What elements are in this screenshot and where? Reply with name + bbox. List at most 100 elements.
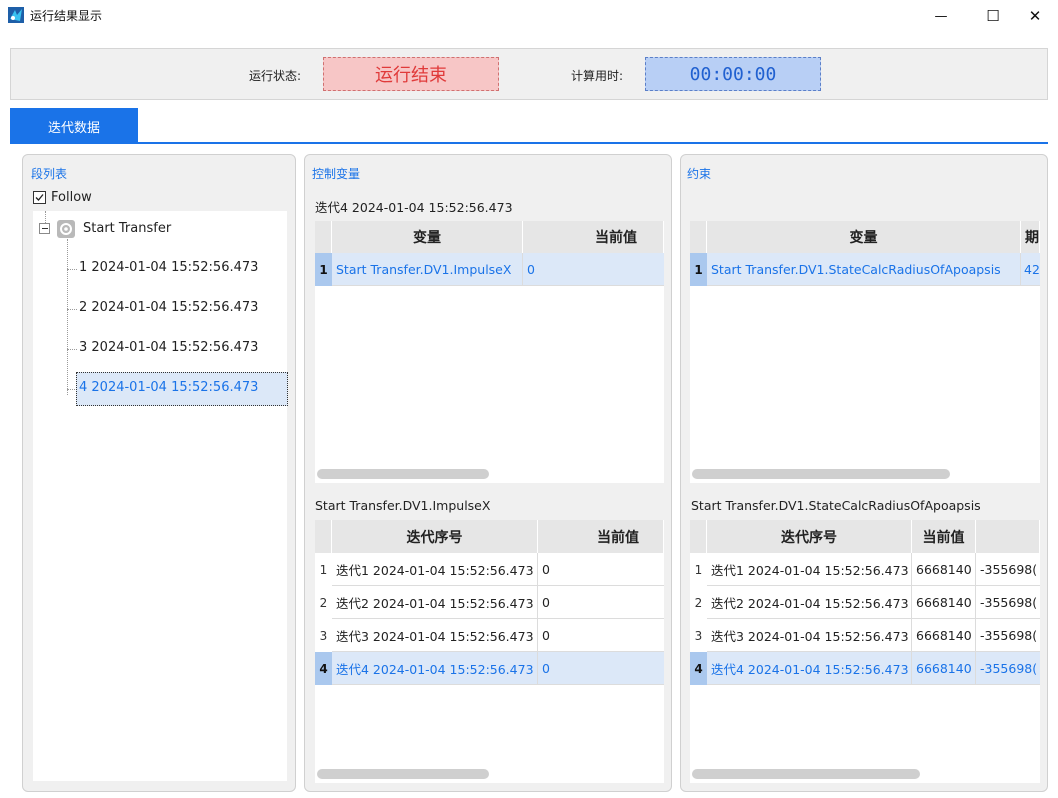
- value-cell: 6668140: [912, 619, 976, 651]
- value-cell: 6668140: [912, 553, 976, 585]
- variable-cell: Start Transfer.DV1.ImpulseX: [332, 253, 523, 285]
- iteration-cell: 迭代1 2024-01-04 15:52:56.473: [332, 553, 538, 585]
- checkbox-checked-icon: [33, 191, 46, 204]
- history-caption: Start Transfer.DV1.StateCalcRadiusOfApoa…: [691, 498, 981, 513]
- row-header: 4: [315, 652, 332, 685]
- constraints-panel: 约束 变量 期 1 Start Transfer.DV1.StateCalcRa…: [680, 154, 1048, 792]
- minus-icon: [41, 228, 48, 229]
- table-row[interactable]: 迭代4 2024-01-04 15:52:56.473 6668140 -355…: [707, 652, 1040, 685]
- table-corner: [690, 520, 707, 553]
- iteration-cell: 迭代1 2024-01-04 15:52:56.473: [707, 553, 912, 585]
- iteration-cell: 迭代2 2024-01-04 15:52:56.473: [332, 586, 538, 618]
- extra-cell: -355698(: [980, 594, 1038, 610]
- column-header[interactable]: 当前值: [538, 520, 664, 553]
- tree-item-iteration-2[interactable]: 2 2024-01-04 15:52:56.473: [79, 300, 258, 315]
- value-cell: 6668140: [912, 652, 976, 684]
- column-header[interactable]: 变量: [332, 221, 523, 253]
- row-header: 1: [690, 253, 707, 286]
- row-header: 1: [315, 253, 332, 286]
- minimize-button[interactable]: —: [918, 0, 964, 32]
- column-header[interactable]: 变量: [707, 221, 1021, 253]
- value-cell: 42:: [1024, 261, 1040, 277]
- window-title: 运行结果显示: [30, 9, 103, 23]
- maximize-icon: ☐: [986, 7, 1000, 25]
- constraints-history-table: 迭代序号 当前值 1 迭代1 2024-01-04 15:52:56.473 6…: [690, 520, 1040, 783]
- row-header: 1: [690, 553, 707, 586]
- row-header: 2: [690, 586, 707, 619]
- variable-cell: Start Transfer.DV1.StateCalcRadiusOfApoa…: [707, 253, 1021, 285]
- run-state-label: 运行状态:: [249, 69, 302, 83]
- table-row[interactable]: 迭代3 2024-01-04 15:52:56.473 6668140 -355…: [707, 619, 1040, 652]
- table-row[interactable]: 迭代2 2024-01-04 15:52:56.473 6668140 -355…: [707, 586, 1040, 619]
- horizontal-scrollbar[interactable]: [317, 469, 489, 479]
- title-bar: 运行结果显示 — ☐ ✕: [0, 0, 1058, 32]
- table-row[interactable]: Start Transfer.DV1.ImpulseX 0: [332, 253, 664, 286]
- iteration-cell: 迭代2 2024-01-04 15:52:56.473: [707, 586, 912, 618]
- minimize-icon: —: [934, 8, 948, 24]
- value-cell: 0: [527, 261, 535, 277]
- column-header[interactable]: [976, 520, 1040, 553]
- tree-item-iteration-1[interactable]: 1 2024-01-04 15:52:56.473: [79, 260, 258, 275]
- table-row[interactable]: 迭代2 2024-01-04 15:52:56.473 0: [332, 586, 664, 619]
- run-state-value: 运行结束: [323, 57, 499, 91]
- row-header: 4: [690, 652, 707, 685]
- table-row[interactable]: 迭代3 2024-01-04 15:52:56.473 0: [332, 619, 664, 652]
- control-variables-title: 控制变量: [312, 167, 361, 181]
- tree-connector: [67, 349, 77, 350]
- value-cell: 0: [542, 660, 550, 676]
- follow-label: Follow: [51, 190, 92, 205]
- iteration-cell: 迭代4 2024-01-04 15:52:56.473: [332, 652, 538, 684]
- calc-time-value: 00:00:00: [645, 57, 821, 91]
- tree-item-iteration-3[interactable]: 3 2024-01-04 15:52:56.473: [79, 340, 258, 355]
- maximize-button[interactable]: ☐: [970, 0, 1016, 32]
- table-row[interactable]: 迭代1 2024-01-04 15:52:56.473 6668140 -355…: [707, 553, 1040, 586]
- table-row[interactable]: 迭代1 2024-01-04 15:52:56.473 0: [332, 553, 664, 586]
- close-icon: ✕: [1028, 7, 1042, 25]
- control-variables-table: 变量 当前值 1 Start Transfer.DV1.ImpulseX 0: [315, 221, 664, 483]
- table-corner: [690, 221, 707, 253]
- extra-cell: -355698(: [980, 561, 1038, 577]
- table-corner: [315, 221, 332, 253]
- tree-root-start-transfer[interactable]: Start Transfer: [83, 221, 171, 236]
- constraints-table: 变量 期 1 Start Transfer.DV1.StateCalcRadiu…: [690, 221, 1040, 483]
- column-header[interactable]: 当前值: [912, 520, 976, 553]
- calc-time-label: 计算用时:: [571, 69, 624, 83]
- column-header[interactable]: 迭代序号: [707, 520, 912, 553]
- value-cell: 6668140: [912, 586, 976, 618]
- tree-connector: [67, 269, 77, 270]
- iteration-cell: 迭代4 2024-01-04 15:52:56.473: [707, 652, 912, 684]
- tree-item-label: 4 2024-01-04 15:52:56.473: [79, 380, 259, 395]
- collapse-toggle[interactable]: [39, 223, 50, 234]
- tab-iteration-data[interactable]: 迭代数据: [10, 108, 138, 144]
- column-header[interactable]: 当前值: [523, 221, 664, 253]
- close-button[interactable]: ✕: [1012, 0, 1058, 32]
- horizontal-scrollbar[interactable]: [317, 769, 489, 779]
- row-header: 1: [315, 553, 332, 586]
- row-header: 3: [690, 619, 707, 652]
- column-header[interactable]: 期: [1021, 221, 1040, 253]
- table-row[interactable]: Start Transfer.DV1.StateCalcRadiusOfApoa…: [707, 253, 1040, 286]
- app-icon: [8, 7, 24, 23]
- horizontal-scrollbar[interactable]: [692, 469, 950, 479]
- control-history-table: 迭代序号 当前值 1 迭代1 2024-01-04 15:52:56.473 0…: [315, 520, 664, 783]
- value-cell: 0: [542, 627, 550, 643]
- control-variables-panel: 控制变量 迭代4 2024-01-04 15:52:56.473 变量 当前值 …: [304, 154, 672, 792]
- column-header[interactable]: 迭代序号: [332, 520, 538, 553]
- follow-checkbox[interactable]: Follow: [33, 190, 92, 205]
- extra-cell: -355698(: [980, 660, 1038, 676]
- table-row[interactable]: 迭代4 2024-01-04 15:52:56.473 0: [332, 652, 664, 685]
- row-header: 3: [315, 619, 332, 652]
- tree-connector: [67, 309, 77, 310]
- iteration-caption: 迭代4 2024-01-04 15:52:56.473: [315, 200, 513, 215]
- horizontal-scrollbar[interactable]: [692, 769, 920, 779]
- iteration-cell: 迭代3 2024-01-04 15:52:56.473: [707, 619, 912, 651]
- segment-list-title: 段列表: [31, 167, 68, 181]
- constraints-title: 约束: [687, 167, 712, 181]
- segment-icon: [57, 220, 75, 238]
- history-caption: Start Transfer.DV1.ImpulseX: [315, 498, 491, 513]
- value-cell: 0: [542, 594, 550, 610]
- tab-strip: 迭代数据: [10, 108, 1048, 144]
- extra-cell: -355698(: [980, 627, 1038, 643]
- segment-list-panel: 段列表 Follow Start Transfer 1 2024-01-04 1…: [22, 154, 296, 792]
- tree-item-iteration-4[interactable]: 4 2024-01-04 15:52:56.473: [76, 372, 288, 406]
